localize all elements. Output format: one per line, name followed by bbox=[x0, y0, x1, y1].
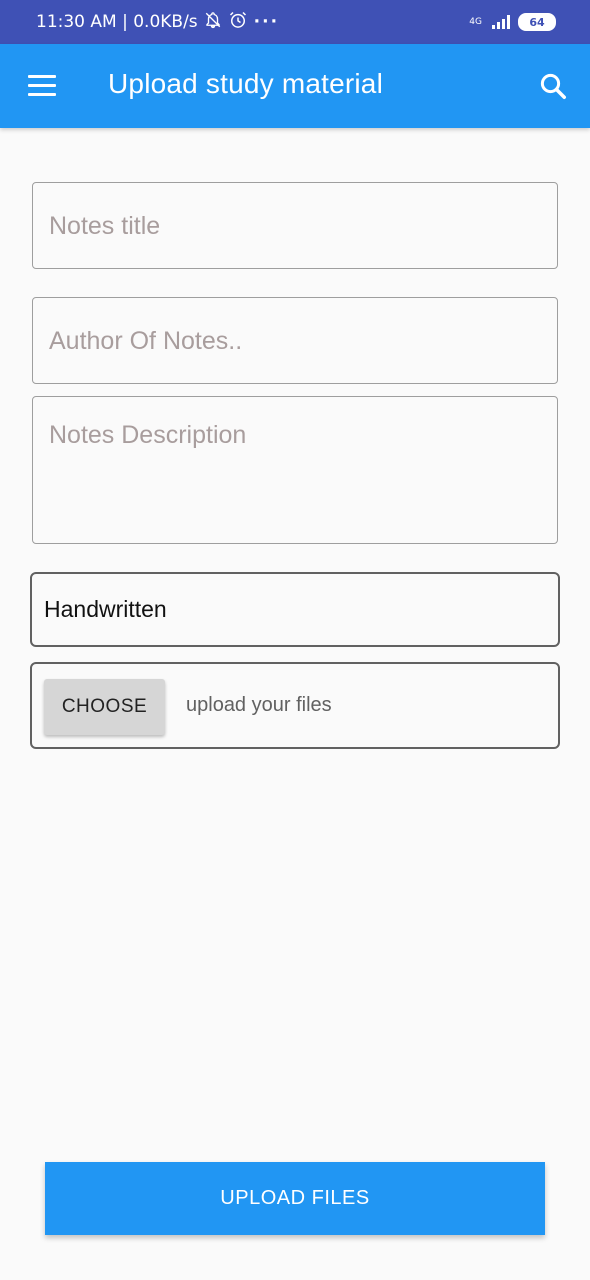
notes-title-field[interactable] bbox=[32, 182, 558, 269]
page-title: Upload study material bbox=[108, 68, 383, 99]
notifications-off-icon bbox=[204, 11, 222, 34]
more-icon: ··· bbox=[253, 12, 280, 32]
choose-file-button[interactable]: CHOOSE bbox=[44, 679, 165, 735]
battery-icon: 64 bbox=[518, 13, 556, 31]
hamburger-menu-icon[interactable] bbox=[28, 75, 56, 97]
author-input[interactable] bbox=[49, 324, 545, 358]
status-left: 11:30 AM | 0.0KB/s ··· bbox=[36, 0, 279, 44]
file-hint-text: upload your files bbox=[186, 694, 332, 716]
status-right: 4G 64 bbox=[469, 0, 556, 44]
notes-type-value: Handwritten bbox=[44, 596, 167, 622]
status-bar: 11:30 AM | 0.0KB/s ··· 4G 64 bbox=[0, 0, 590, 44]
upload-files-button[interactable]: UPLOAD FILES bbox=[45, 1162, 545, 1235]
battery-level: 64 bbox=[529, 15, 545, 29]
signal-icon bbox=[492, 15, 510, 29]
notes-title-input[interactable] bbox=[49, 209, 545, 243]
status-time: 11:30 AM | 0.0KB/s bbox=[36, 12, 198, 32]
author-field[interactable] bbox=[32, 297, 558, 384]
description-field[interactable] bbox=[32, 396, 558, 544]
alarm-icon bbox=[228, 10, 248, 35]
notes-type-select[interactable]: Handwritten bbox=[30, 572, 560, 647]
description-input[interactable] bbox=[49, 421, 545, 531]
file-picker: CHOOSE upload your files bbox=[30, 662, 560, 749]
network-type-label: 4G bbox=[469, 16, 482, 27]
search-icon[interactable] bbox=[538, 71, 568, 101]
app-bar: Upload study material bbox=[0, 44, 590, 128]
